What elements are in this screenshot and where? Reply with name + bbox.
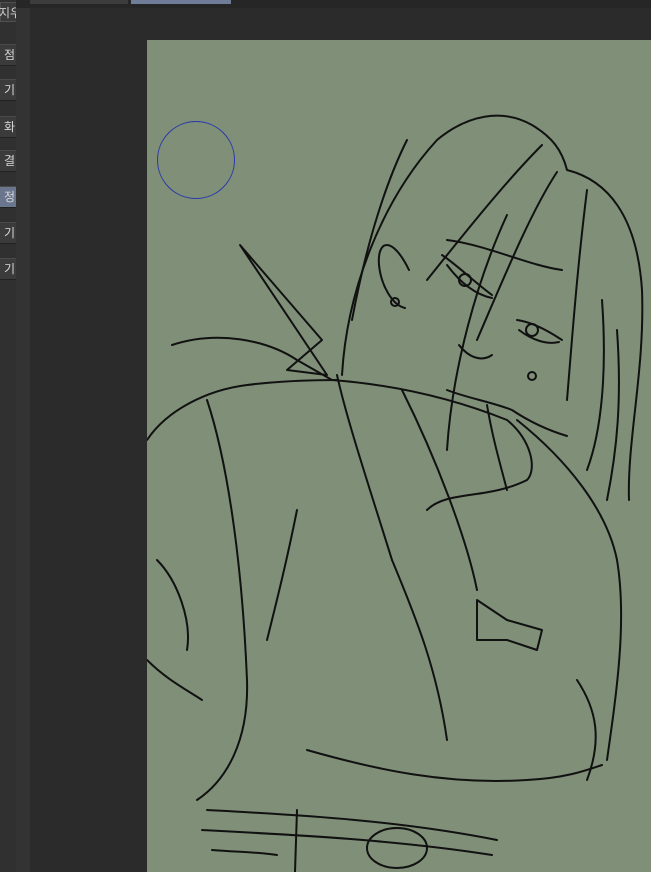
shirt-right (516, 419, 623, 761)
shirt-sleeve (156, 559, 189, 651)
collar-left-fold (171, 336, 333, 381)
right-eye-lower (518, 329, 560, 344)
top-tab-strip (0, 0, 651, 8)
sidebar-eraser-tool[interactable]: 지우기 (0, 2, 16, 22)
tool-item-label: 정 (3, 190, 15, 204)
tool-item-label: 결 (3, 154, 15, 168)
sidebar-scroll-rail[interactable] (16, 8, 30, 872)
hair-strand (586, 299, 605, 471)
sidebar-top-label: 지우기 (0, 6, 16, 20)
shirt-sleeve-cuff (147, 659, 203, 701)
hair-outline (341, 114, 644, 501)
shirt-right-fold (576, 679, 597, 781)
sidebar-tool-item[interactable]: 기 (0, 222, 16, 244)
shirt-left-shoulder (147, 379, 338, 441)
belt-top (206, 809, 498, 841)
sidebar-tool-item[interactable]: 결 (0, 150, 16, 172)
belt-loop (294, 809, 298, 872)
scarf (331, 379, 533, 511)
jeans-pocket (211, 849, 278, 856)
hair-bangs (446, 239, 563, 271)
belt-buckle (366, 827, 428, 869)
tool-item-label: 점 (3, 48, 15, 62)
shirt-pocket-fold (476, 599, 543, 651)
shirt-left-edge (196, 399, 249, 801)
jaw (446, 389, 568, 437)
sidebar-tool-item[interactable]: 기 (0, 258, 16, 280)
hair-strand (446, 214, 508, 451)
sidebar-tool-item[interactable]: 점 (0, 44, 16, 66)
shirt-fold (266, 509, 298, 641)
earring (527, 371, 537, 381)
tool-sidebar: 지우기 점 기 화 결 정 기 기 (0, 0, 16, 872)
hair-strand (566, 189, 588, 401)
sidebar-tool-item[interactable]: 화 (0, 116, 16, 138)
document-tab-active[interactable] (131, 0, 231, 4)
right-eye (516, 319, 563, 341)
sidebar-tool-item[interactable]: 기 (0, 79, 16, 101)
tool-item-label: 기 (3, 226, 15, 240)
tool-item-label: 화 (3, 120, 15, 134)
sidebar-tool-item-active[interactable]: 정 (0, 186, 16, 208)
collar-left (239, 244, 328, 376)
mouth (458, 344, 493, 360)
hair-strand (606, 329, 620, 501)
tool-item-label: 기 (3, 262, 15, 276)
shirt-center (391, 559, 448, 741)
tool-item-label: 기 (3, 83, 15, 97)
right-pupil (525, 323, 539, 337)
scarf-fold (336, 374, 393, 561)
document-tab[interactable] (30, 0, 128, 4)
shirt-hem (306, 749, 603, 782)
scarf-fold (401, 389, 478, 591)
brush-cursor-circle (157, 121, 235, 199)
